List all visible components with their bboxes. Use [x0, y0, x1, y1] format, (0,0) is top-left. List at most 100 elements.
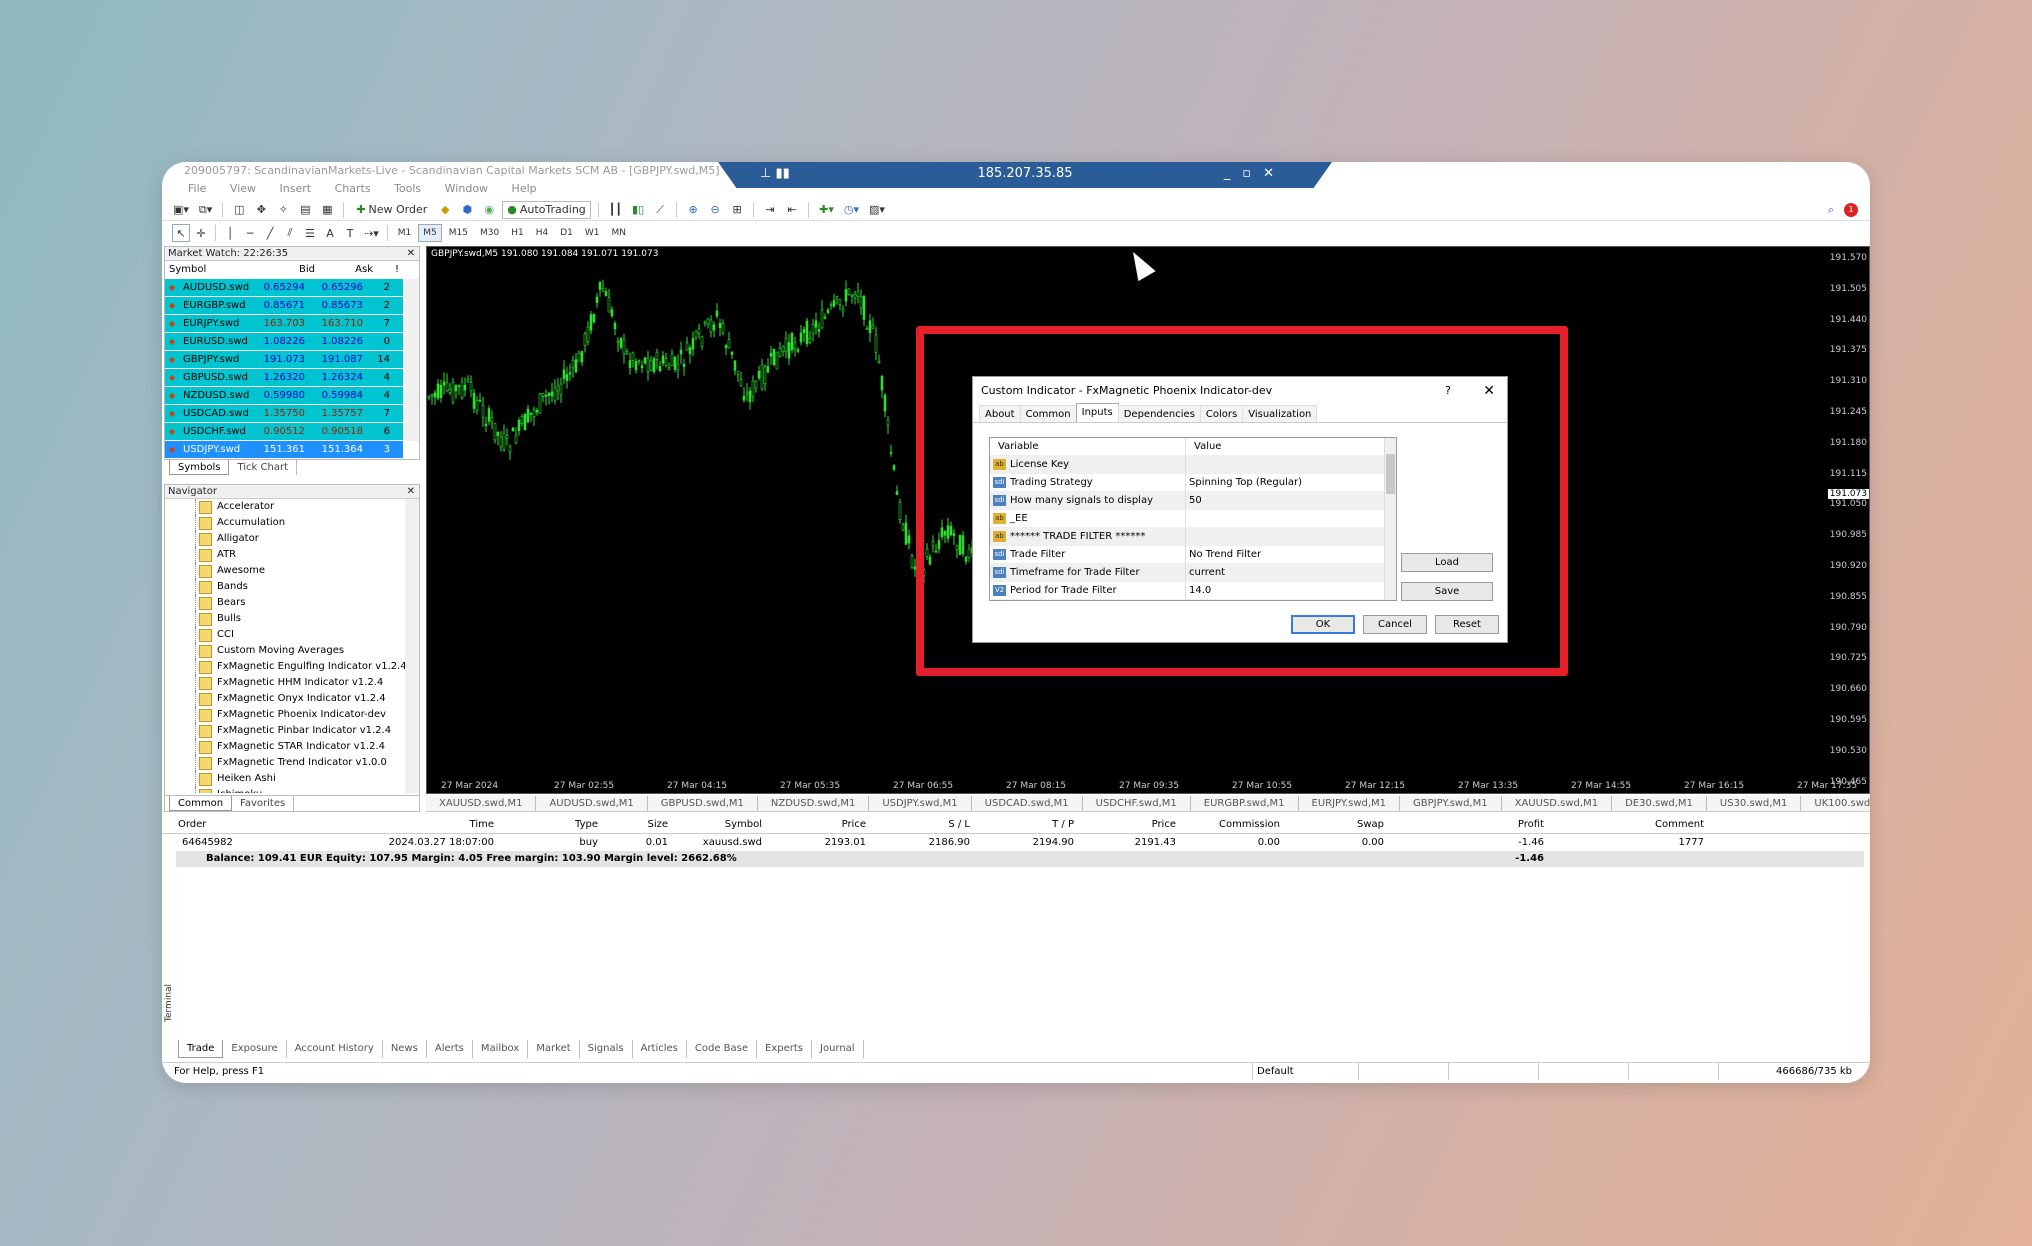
navigator-scrollbar[interactable]	[405, 499, 419, 793]
navigator-icon[interactable]: ✧	[274, 201, 292, 219]
terminal-tab[interactable]: Exposure	[223, 1040, 287, 1058]
arrows-icon[interactable]: ⇢▾	[361, 224, 382, 242]
navigator-item[interactable]: FxMagnetic Engulfing Indicator v1.2.4	[165, 659, 405, 675]
navigator-item[interactable]: Custom Moving Averages	[165, 643, 405, 659]
navigator-item[interactable]: CCI	[165, 627, 405, 643]
timeframe-mn[interactable]: MN	[606, 224, 631, 242]
bar-chart-icon[interactable]: ┃┃	[606, 201, 625, 219]
autotrading-button[interactable]: ● AutoTrading	[502, 200, 591, 219]
input-row[interactable]: Trading StrategySpinning Top (Regular)	[990, 474, 1396, 492]
terminal-column-header[interactable]: Commission	[1180, 816, 1284, 834]
input-value[interactable]	[1186, 456, 1382, 473]
tab-inputs[interactable]: Inputs	[1075, 403, 1119, 422]
terminal-column-header[interactable]: Size	[602, 816, 672, 834]
input-row[interactable]: _EE	[990, 510, 1396, 528]
terminal-tab[interactable]: Journal	[812, 1040, 864, 1058]
tab-visualization[interactable]: Visualization	[1242, 405, 1318, 422]
search-icon[interactable]: ⌕	[1822, 201, 1840, 219]
autoscroll-icon[interactable]: ⇤	[783, 201, 801, 219]
navigator-item[interactable]: FxMagnetic Pinbar Indicator v1.2.4	[165, 723, 405, 739]
navigator-item[interactable]: FxMagnetic STAR Indicator v1.2.4	[165, 739, 405, 755]
input-value[interactable]	[1186, 510, 1382, 527]
tab-favorites[interactable]: Favorites	[232, 796, 295, 811]
metaeditor-icon[interactable]: ◆	[436, 201, 454, 219]
terminal-column-header[interactable]: Symbol	[672, 816, 766, 834]
market-watch-row[interactable]: EURUSD.swd 1.08226 1.08226 0	[165, 333, 403, 351]
navigator-item[interactable]: Ichimoku	[165, 787, 405, 793]
market-watch-row[interactable]: NZDUSD.swd 0.59980 0.59984 4	[165, 387, 403, 405]
terminal-column-header[interactable]: Price	[766, 816, 870, 834]
new-chart-icon[interactable]: ▣▾	[170, 201, 192, 219]
menu-view[interactable]: View	[230, 182, 256, 195]
navigator-item[interactable]: ATR	[165, 547, 405, 563]
tester-icon[interactable]: ▦	[318, 201, 336, 219]
periods-icon[interactable]: ◷▾	[841, 201, 862, 219]
market-watch-scrollbar[interactable]	[405, 279, 419, 441]
text-label-icon[interactable]: T	[341, 224, 359, 242]
order-row[interactable]: 64645982 2024.03.27 18:07:00 buy 0.01 xa…	[162, 834, 1870, 851]
crosshair-icon[interactable]: ✛	[192, 224, 210, 242]
terminal-tab[interactable]: News	[383, 1040, 427, 1058]
timeframe-m1[interactable]: M1	[393, 224, 417, 242]
vps-icon[interactable]: ◉	[480, 201, 498, 219]
input-value[interactable]: No Trend Filter	[1186, 546, 1382, 563]
menu-help[interactable]: Help	[512, 182, 537, 195]
close-icon[interactable]: ✕	[407, 247, 415, 261]
input-row[interactable]: Trade FilterNo Trend Filter	[990, 546, 1396, 564]
chart-tab[interactable]: EURGBP.swd,M1	[1191, 796, 1299, 811]
navigator-item[interactable]: FxMagnetic HHM Indicator v1.2.4	[165, 675, 405, 691]
market-watch-row[interactable]: GBPUSD.swd 1.26320 1.26324 4	[165, 369, 403, 387]
input-value[interactable]	[1186, 528, 1382, 545]
terminal-column-header[interactable]: Comment	[1548, 816, 1708, 834]
notifications-icon[interactable]: 1	[1844, 202, 1858, 217]
tab-common[interactable]: Common	[1019, 405, 1077, 422]
timeframe-d1[interactable]: D1	[555, 224, 578, 242]
timeframe-h1[interactable]: H1	[506, 224, 529, 242]
chart-tab[interactable]: XAUUSD.swd,M1	[426, 796, 537, 811]
terminal-tab[interactable]: Articles	[633, 1040, 687, 1058]
market-watch-row[interactable]: USDJPY.swd 151.361 151.364 3	[165, 441, 403, 459]
input-value[interactable]: current	[1186, 564, 1382, 581]
chart-tab[interactable]: XAUUSD.swd,M1	[1502, 796, 1613, 811]
terminal-column-header[interactable]: T / P	[974, 816, 1078, 834]
chart-tab[interactable]: USDCHF.swd,M1	[1083, 796, 1191, 811]
cancel-button[interactable]: Cancel	[1363, 615, 1427, 634]
menu-insert[interactable]: Insert	[280, 182, 312, 195]
menu-tools[interactable]: Tools	[394, 182, 421, 195]
market-watch-row[interactable]: GBPJPY.swd 191.073 191.087 14	[165, 351, 403, 369]
input-value[interactable]: 14.0	[1186, 582, 1382, 599]
timeframe-m5[interactable]: M5	[418, 224, 442, 242]
market-watch-row[interactable]: USDCAD.swd 1.35750 1.35757 7	[165, 405, 403, 423]
navigator-item[interactable]: FxMagnetic Phoenix Indicator-dev	[165, 707, 405, 723]
tab-common[interactable]: Common	[169, 796, 233, 811]
market-watch-row[interactable]: USDCHF.swd 0.90512 0.90518 6	[165, 423, 403, 441]
timeframe-m15[interactable]: M15	[444, 224, 473, 242]
terminal-icon[interactable]: ▤	[296, 201, 314, 219]
menu-file[interactable]: File	[188, 182, 206, 195]
fibonacci-icon[interactable]: ☰	[301, 224, 319, 242]
new-order-button[interactable]: ✚ New Order	[351, 201, 432, 219]
input-value[interactable]: 50	[1186, 492, 1382, 509]
timeframe-w1[interactable]: W1	[580, 224, 605, 242]
signals-icon[interactable]: ⬢	[458, 201, 476, 219]
terminal-column-header[interactable]: Type	[498, 816, 602, 834]
chart-tab[interactable]: UK100.swd,M1	[1801, 796, 1870, 811]
timeframe-m30[interactable]: M30	[475, 224, 504, 242]
terminal-column-header[interactable]: Price	[1078, 816, 1180, 834]
data-window-icon[interactable]: ✥	[252, 201, 270, 219]
tab-dependencies[interactable]: Dependencies	[1117, 405, 1201, 422]
terminal-tab[interactable]: Alerts	[427, 1040, 473, 1058]
chart-shift-icon[interactable]: ⇥	[761, 201, 779, 219]
chart-tab[interactable]: GBPJPY.swd,M1	[1400, 796, 1502, 811]
market-watch-row[interactable]: AUDUSD.swd 0.65294 0.65296 2	[165, 279, 403, 297]
tab-about[interactable]: About	[979, 405, 1021, 422]
chart-tab[interactable]: EURJPY.swd,M1	[1299, 796, 1401, 811]
terminal-tab[interactable]: Experts	[757, 1040, 812, 1058]
terminal-tab[interactable]: Mailbox	[473, 1040, 529, 1058]
ok-button[interactable]: OK	[1291, 615, 1355, 634]
menu-charts[interactable]: Charts	[335, 182, 371, 195]
menu-window[interactable]: Window	[445, 182, 488, 195]
vertical-line-icon[interactable]: │	[221, 224, 239, 242]
navigator-item[interactable]: Accelerator	[165, 499, 405, 515]
chart-tab[interactable]: US30.swd,M1	[1707, 796, 1802, 811]
